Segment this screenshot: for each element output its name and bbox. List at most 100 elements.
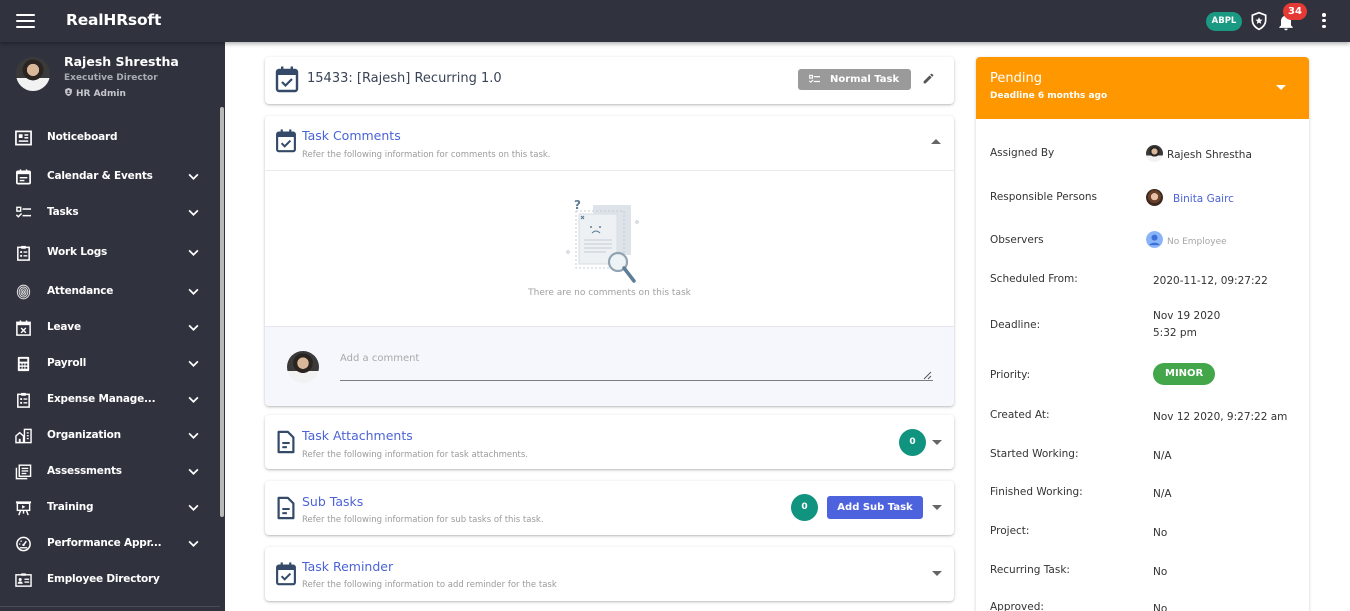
chevron-down-icon[interactable] [186,357,201,371]
chevron-down-icon[interactable] [186,246,201,260]
sidebar-item-tasks[interactable]: Tasks [0,198,220,228]
section-title[interactable]: Task Comments [302,128,401,143]
checklist-icon [15,206,32,218]
deadline-relative: Deadline 6 months ago [990,91,1108,101]
document-icon [277,430,295,454]
created-at-label: Created At: [990,409,1050,421]
organization-badge[interactable]: ABPL [1206,12,1242,31]
more-options-icon[interactable] [1321,13,1327,29]
expand-caret-icon[interactable] [932,440,942,445]
task-type-chip[interactable]: Normal Task [798,69,911,90]
sidebar-scrollbar[interactable] [220,107,224,517]
recurring-task-label: Recurring Task: [990,564,1070,576]
subtasks-count-badge: 0 [791,494,818,521]
add-sub-task-button[interactable]: Add Sub Task [827,496,923,519]
status-caret-icon[interactable] [1276,85,1286,90]
calendar-check-icon [276,562,296,586]
profile-avatar[interactable] [16,57,50,91]
edit-pencil-icon[interactable] [922,72,935,85]
section-title[interactable]: Task Attachments [302,428,413,443]
status-label: Pending [990,71,1042,86]
deadline-value-wrap: Nov 19 2020 5:32 pm [1153,308,1220,342]
sidebar-item-assessments[interactable]: Assessments [0,457,220,487]
expand-caret-icon[interactable] [932,571,942,576]
task-details-panel: Pending Deadline 6 months ago Assigned B… [976,57,1309,611]
document-icon [277,496,295,520]
assigned-by-value-wrap: Rajesh Shrestha [1146,145,1252,164]
sidebar-item-organization[interactable]: Organization [0,421,220,451]
brand-logo[interactable]: RealHRsoft [66,11,161,29]
menu-icon[interactable] [16,14,35,28]
status-dropdown[interactable]: Pending Deadline 6 months ago [976,57,1309,119]
sidebar-item-attendance[interactable]: Attendance [0,277,220,307]
chevron-down-icon[interactable] [186,393,201,407]
fingerprint-icon [16,284,31,300]
responsible-avatar [1146,189,1163,206]
created-at-value: Nov 12 2020, 9:27:22 am [1153,411,1288,423]
section-subtitle: Refer the following information for task… [302,450,528,460]
sidebar-item-performance-appraisal[interactable]: Performance Appr... [0,529,220,559]
recurring-task-value: No [1153,566,1168,578]
calendar-check-icon [276,129,296,153]
task-header-card: 15433: [Rajesh] Recurring 1.0 Normal Tas… [265,57,954,104]
section-title[interactable]: Task Reminder [302,559,393,574]
comment-input[interactable] [340,351,933,381]
chevron-down-icon[interactable] [186,465,201,479]
chevron-down-icon[interactable] [186,206,201,220]
sidebar-item-label: Training [47,501,94,513]
empty-comments-illustration: ? [566,198,639,283]
deadline-label: Deadline: [990,319,1041,331]
expand-caret-icon[interactable] [932,505,942,510]
sidebar-item-noticeboard[interactable]: Noticeboard [0,123,220,153]
chevron-down-icon[interactable] [186,501,201,515]
sidebar-item-employee-directory[interactable]: Employee Directory [0,565,220,595]
profile-name[interactable]: Rajesh Shrestha [64,54,179,69]
chevron-down-icon[interactable] [186,285,201,299]
priority-value-wrap: MINOR [1153,363,1216,385]
assigned-by-value[interactable]: Rajesh Shrestha [1167,149,1252,161]
task-attachments-card[interactable]: Task Attachments Refer the following inf… [265,415,954,469]
profile-access: HR Admin [64,87,126,99]
finished-working-label: Finished Working: [990,486,1083,498]
calendar-check-icon [275,66,299,93]
sidebar-item-label: Payroll [47,357,87,369]
sidebar: Rajesh Shrestha Executive Director HR Ad… [0,42,225,611]
sidebar-item-label: Organization [47,429,121,441]
chevron-down-icon[interactable] [186,321,201,335]
priority-badge: MINOR [1153,363,1216,385]
documents-icon [15,464,32,480]
id-card-icon [15,573,32,587]
sidebar-item-work-logs[interactable]: Work Logs [0,238,220,268]
responsible-person-link[interactable]: Binita Gairc [1173,193,1234,205]
sidebar-item-leave[interactable]: Leave [0,313,220,343]
sidebar-item-expense-management[interactable]: Expense Manage... [0,385,220,415]
sidebar-item-label: Work Logs [47,246,108,258]
sidebar-item-label: Leave [47,321,81,333]
checklist-icon [808,74,820,84]
sidebar-item-training[interactable]: Training [0,493,220,523]
sidebar-item-label: Expense Manage... [47,393,156,405]
chevron-down-icon[interactable] [186,429,201,443]
sidebar-item-label: Performance Appr... [47,537,162,549]
approved-label: Approved: [990,601,1044,611]
user-avatar [287,351,319,383]
attachments-count-badge: 0 [899,429,926,456]
sidebar-item-label: Noticeboard [47,131,118,143]
sidebar-item-payroll[interactable]: Payroll [0,349,220,379]
sidebar-item-calendar-events[interactable]: Calendar & Events [0,162,220,192]
chevron-down-icon[interactable] [186,537,201,551]
responsible-value-wrap: Binita Gairc [1146,189,1234,208]
collapse-caret-icon[interactable] [931,139,941,144]
chevron-down-icon[interactable] [186,170,201,184]
scheduled-from-label: Scheduled From: [990,273,1078,285]
noticeboard-icon [15,130,32,146]
shield-icon[interactable] [1249,10,1269,32]
textarea-resize-handle[interactable] [923,371,932,380]
section-title[interactable]: Sub Tasks [302,494,363,509]
sub-tasks-card[interactable]: Sub Tasks Refer the following informatio… [265,481,954,535]
svg-text:?: ? [574,198,581,212]
task-reminder-card[interactable]: Task Reminder Refer the following inform… [265,547,954,601]
default-user-icon [1146,231,1163,248]
sidebar-item-label: Assessments [47,465,122,477]
speedometer-icon [16,536,31,552]
